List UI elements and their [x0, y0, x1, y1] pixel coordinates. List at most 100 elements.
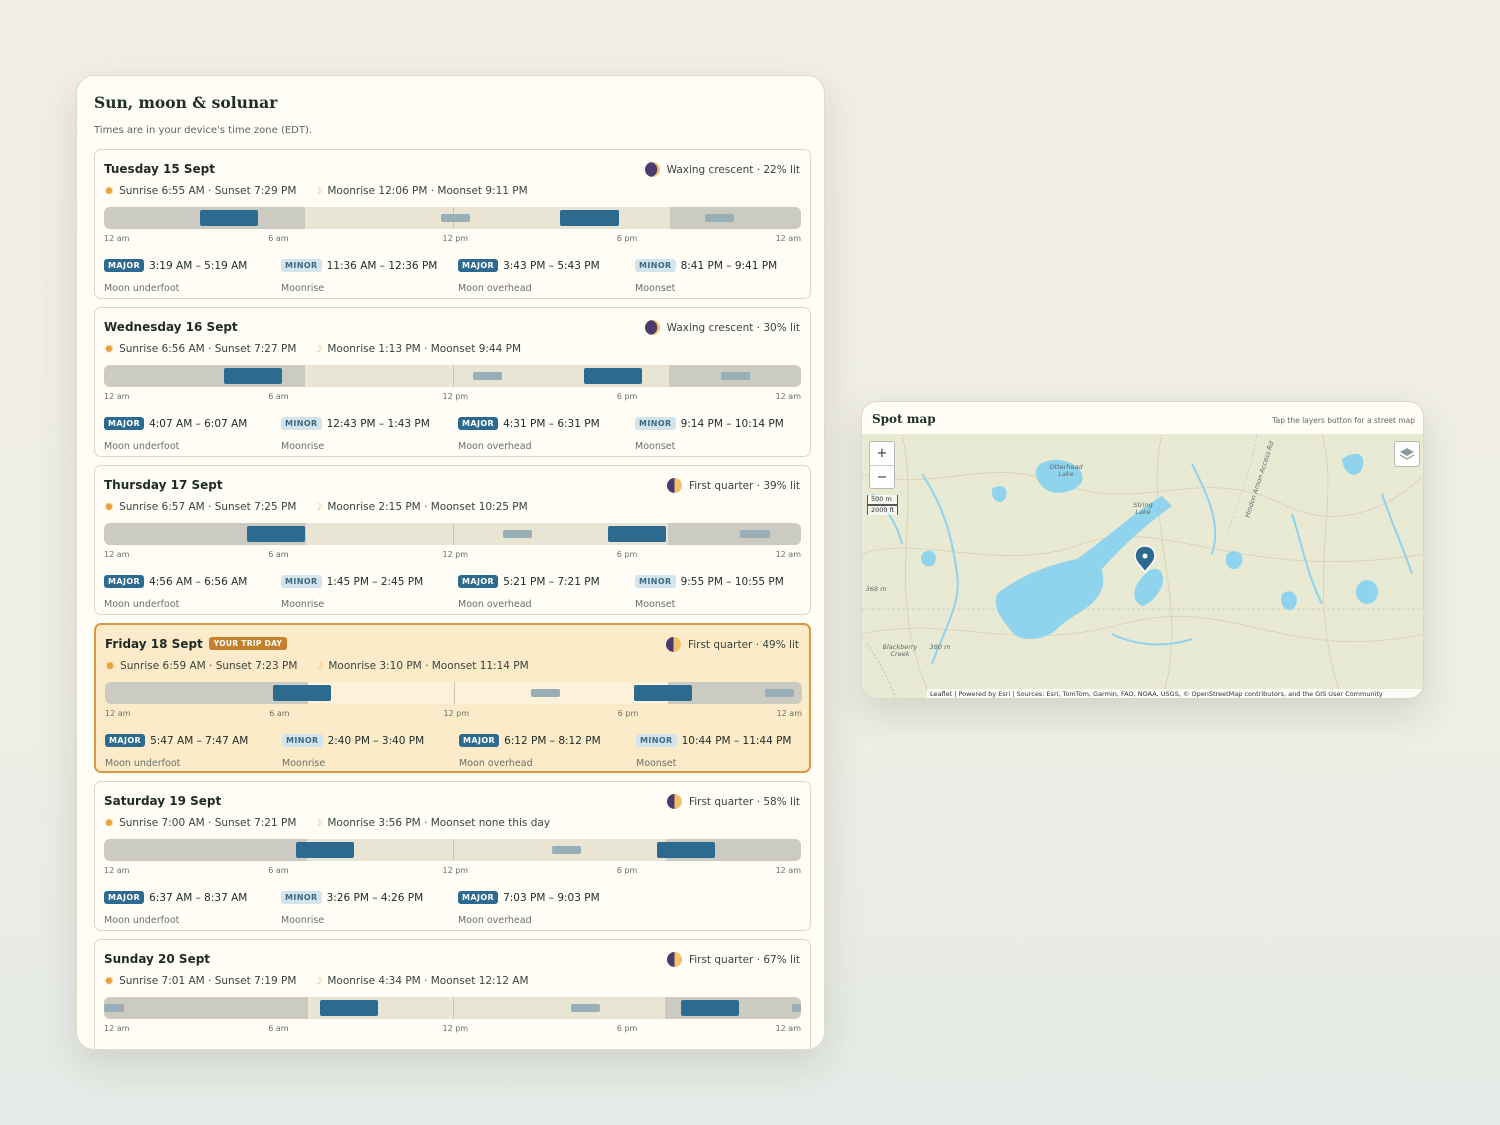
timeline-ticks: 12 am 6 am 12 pm 6 pm 12 am	[105, 709, 802, 719]
sun-times: Sunrise 6:59 AM · Sunset 7:23 PM	[120, 660, 298, 672]
minor-period-bar[interactable]	[552, 846, 582, 854]
period-tag: MINOR	[636, 734, 677, 747]
sun-moon-times: ✹ Sunrise 6:56 AM · Sunset 7:27 PM ☽ Moonri…	[104, 342, 521, 356]
period-time: 3:43 PM – 5:43 PM	[503, 260, 600, 272]
timeline-ticks: 12 am 6 am 12 pm 6 pm 12 am	[104, 1024, 801, 1034]
minor-period-bar[interactable]	[104, 1004, 125, 1012]
major-period-bar[interactable]	[680, 1000, 740, 1016]
zoom-out-button[interactable]: −	[870, 465, 894, 488]
major-period-bar[interactable]	[657, 842, 716, 858]
moon-times: Moonrise 1:13 PM · Moonset 9:44 PM	[327, 343, 521, 355]
period-tag: MINOR	[281, 575, 322, 588]
sun-moon-times: ✹ Sunrise 6:55 AM · Sunset 7:29 PM ☽ Moonri…	[104, 184, 528, 198]
moon-phase: First quarter · 67% lit	[666, 952, 800, 967]
solunar-period: MAJOR 6:37 AM – 8:37 AM Moon underfoot	[104, 886, 280, 926]
period-label: Moon overhead	[458, 441, 532, 452]
topo-map[interactable]	[862, 434, 1424, 699]
day-title: Saturday 19 Sept	[104, 794, 221, 808]
period-tag: MINOR	[282, 734, 323, 747]
period-time: 2:40 PM – 3:40 PM	[327, 735, 425, 747]
moon-icon: ☽	[313, 501, 323, 513]
moon-phase-text: Waxing crescent · 22% lit	[666, 163, 800, 176]
period-time: 11:36 AM – 12:36 PM	[326, 260, 438, 272]
moon-phase-icon	[665, 637, 681, 652]
solunar-period: MINOR 9:14 PM – 10:14 PM Moonset	[635, 412, 811, 452]
day-timeline	[104, 839, 801, 861]
minor-period-bar[interactable]	[503, 530, 533, 538]
day-card: Saturday 19 Sept First quarter · 58% lit ✹…	[94, 781, 811, 931]
period-time: 4:31 PM – 6:31 PM	[503, 418, 600, 430]
major-period-bar[interactable]	[200, 210, 259, 226]
sun-icon: ✹	[104, 342, 115, 356]
timeline-midday-line	[452, 997, 454, 1019]
day-card: Friday 18 Sept YOUR TRIP DAY First quarter…	[94, 623, 811, 773]
day-title-text: Friday 18 Sept	[105, 637, 203, 651]
period-tag: MAJOR	[458, 259, 499, 272]
major-period-bar[interactable]	[607, 526, 666, 542]
moon-icon: ☽	[314, 660, 324, 672]
tick-label: 6 pm	[616, 866, 638, 875]
minor-period-bar[interactable]	[765, 689, 795, 697]
layers-button[interactable]	[1394, 441, 1420, 467]
period-tag: MAJOR	[104, 575, 145, 588]
minor-period-bar[interactable]	[792, 1004, 801, 1012]
period-tag: MINOR	[281, 891, 322, 904]
tick-label: 6 am	[268, 1024, 289, 1033]
moon-times: Moonrise 3:10 PM · Moonset 11:14 PM	[328, 660, 529, 672]
period-label: Moonrise	[281, 915, 325, 926]
day-card: Thursday 17 Sept First quarter · 39% lit ✹…	[94, 465, 811, 615]
period-label: Moon underfoot	[104, 915, 180, 926]
period-tag: MAJOR	[104, 259, 145, 272]
period-label: Moonset	[635, 441, 676, 452]
zoom-in-button[interactable]: +	[870, 442, 894, 465]
map-label-string: String Lake	[1133, 501, 1153, 516]
location-marker-icon[interactable]	[1134, 545, 1156, 574]
major-period-bar[interactable]	[633, 685, 692, 701]
tick-label: 12 am	[775, 866, 801, 875]
solunar-period: MINOR 10:44 PM – 11:44 PM Moonset	[636, 729, 812, 769]
timeline-midday-line	[453, 682, 455, 704]
period-time: 4:56 AM – 6:56 AM	[149, 576, 248, 588]
period-time: 10:44 PM – 11:44 PM	[681, 735, 792, 747]
layers-icon	[1399, 448, 1415, 460]
major-period-bar[interactable]	[320, 1000, 379, 1016]
minor-period-bar[interactable]	[530, 689, 560, 697]
tick-label: 12 pm	[442, 550, 469, 559]
minor-period-bar[interactable]	[720, 372, 750, 380]
sun-icon: ✹	[105, 659, 116, 673]
minor-period-bar[interactable]	[440, 214, 470, 222]
major-period-bar[interactable]	[247, 526, 306, 542]
day-title: Sunday 20 Sept	[104, 952, 210, 966]
sun-icon: ✹	[104, 974, 115, 988]
map-label-otterhead: Otterhead Lake	[1049, 463, 1083, 478]
minor-period-bar[interactable]	[473, 372, 503, 380]
minor-period-bar[interactable]	[704, 214, 734, 222]
minor-period-bar[interactable]	[570, 1004, 600, 1012]
major-period-bar[interactable]	[560, 210, 619, 226]
moon-icon: ☽	[313, 343, 323, 355]
major-period-bar[interactable]	[296, 842, 355, 858]
major-period-bar[interactable]	[583, 368, 642, 384]
period-label: Moonrise	[281, 441, 325, 452]
period-label: Moon underfoot	[104, 283, 180, 294]
major-period-bar[interactable]	[272, 685, 332, 701]
period-label: Moon underfoot	[104, 441, 180, 452]
day-timeline	[105, 682, 802, 704]
moon-phase-text: First quarter · 39% lit	[688, 479, 800, 492]
period-tag: MAJOR	[104, 417, 145, 430]
day-title-text: Tuesday 15 Sept	[104, 162, 215, 176]
period-tag: MAJOR	[104, 891, 145, 904]
minor-period-bar[interactable]	[740, 530, 770, 538]
map-label-blackberry: Blackberry Creek	[882, 643, 918, 658]
sun-moon-times: ✹ Sunrise 6:57 AM · Sunset 7:25 PM ☽ Moonri…	[104, 500, 528, 514]
day-title: Tuesday 15 Sept	[104, 162, 215, 176]
period-tag: MINOR	[281, 417, 322, 430]
period-tag: MAJOR	[281, 1049, 321, 1050]
period-label: Moonrise	[281, 283, 325, 294]
sun-moon-times: ✹ Sunrise 7:01 AM · Sunset 7:19 PM ☽ Moonri…	[104, 974, 529, 988]
map-canvas[interactable]: Otterhead Lake String Lake Hindon Arnon …	[862, 434, 1424, 699]
tick-label: 12 am	[775, 1024, 801, 1033]
major-period-bar[interactable]	[223, 368, 282, 384]
tick-label: 6 am	[268, 550, 289, 559]
map-hint: Tap the layers button for a street map	[1272, 416, 1415, 425]
